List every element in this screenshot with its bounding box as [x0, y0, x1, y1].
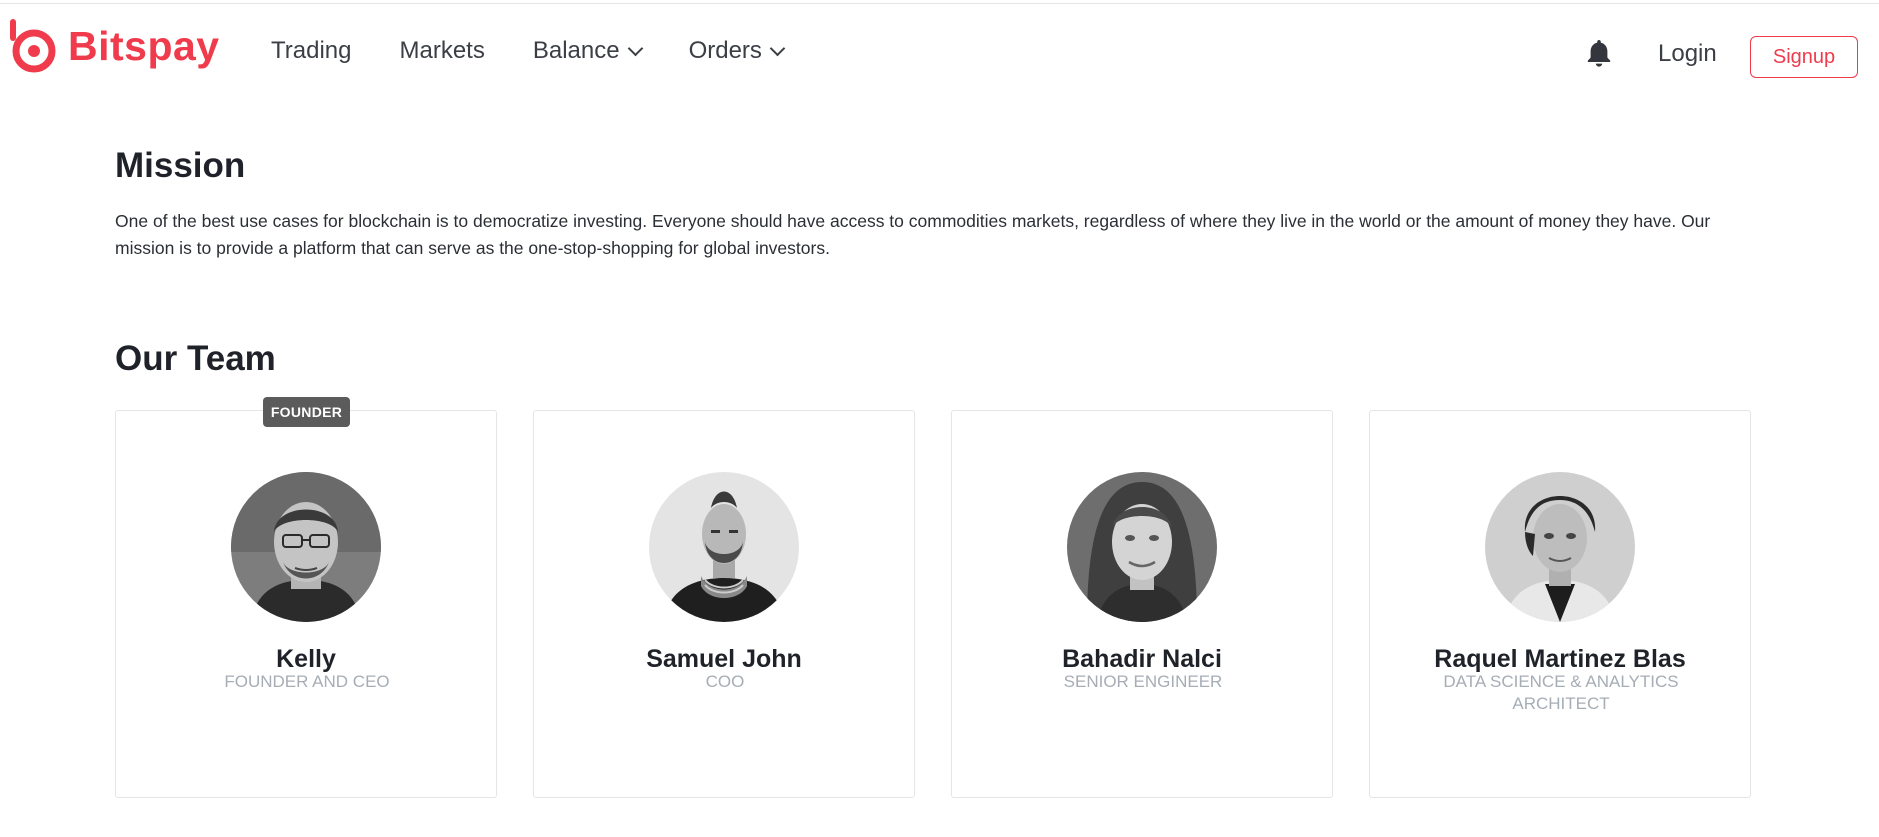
brand-logo[interactable]: Bitspay [8, 18, 220, 74]
nav-item-label: Orders [688, 37, 762, 64]
member-role: FOUNDER AND CEO [224, 672, 390, 691]
team-cards: FOUNDER Kelly FOUNDER AND CEO Samuel Joh… [115, 397, 1751, 798]
navbar: Bitspay Trading Markets Balance Orders L… [0, 0, 1879, 110]
team-member-card: FOUNDER Kelly FOUNDER AND CEO [115, 397, 497, 798]
member-role: SENIOR ENGINEER [1063, 672, 1223, 691]
avatar [649, 472, 799, 622]
member-role: COO [705, 672, 745, 691]
avatar [1485, 472, 1635, 622]
chevron-down-icon [769, 40, 786, 56]
nav-item-markets[interactable]: Markets [399, 34, 484, 68]
bitspay-logo-icon [10, 19, 56, 73]
mission-text: One of the best use cases for blockchain… [115, 211, 1711, 258]
avatar [1067, 472, 1217, 622]
team-title: Our Team [115, 339, 276, 378]
nav-item-trading[interactable]: Trading [271, 34, 351, 68]
bell-icon[interactable] [1586, 38, 1612, 68]
team-member-card: Raquel Martinez Blas DATA SCIENCE & ANAL… [1369, 410, 1751, 798]
nav-item-label: Balance [532, 37, 620, 64]
chevron-down-icon [627, 40, 643, 56]
brand-name: Bitspay [68, 22, 220, 69]
founder-badge: FOUNDER [263, 397, 350, 427]
team-member-card: Bahadir Nalci SENIOR ENGINEER [951, 410, 1333, 798]
nav-item-orders[interactable]: Orders [688, 34, 786, 68]
nav-item-label: Trading [271, 37, 352, 64]
signup-button[interactable]: Signup [1750, 36, 1858, 78]
avatar [231, 472, 381, 622]
login-link[interactable]: Login [1658, 38, 1717, 70]
nav-item-label: Markets [399, 37, 485, 64]
nav-item-balance[interactable]: Balance [532, 34, 643, 68]
member-role: DATA SCIENCE & ANALYTICS ARCHITECT [1443, 672, 1679, 713]
mission-title: Mission [115, 146, 246, 185]
team-member-card: Samuel John COO [533, 410, 915, 798]
main-nav: Trading Markets Balance Orders [271, 34, 831, 68]
